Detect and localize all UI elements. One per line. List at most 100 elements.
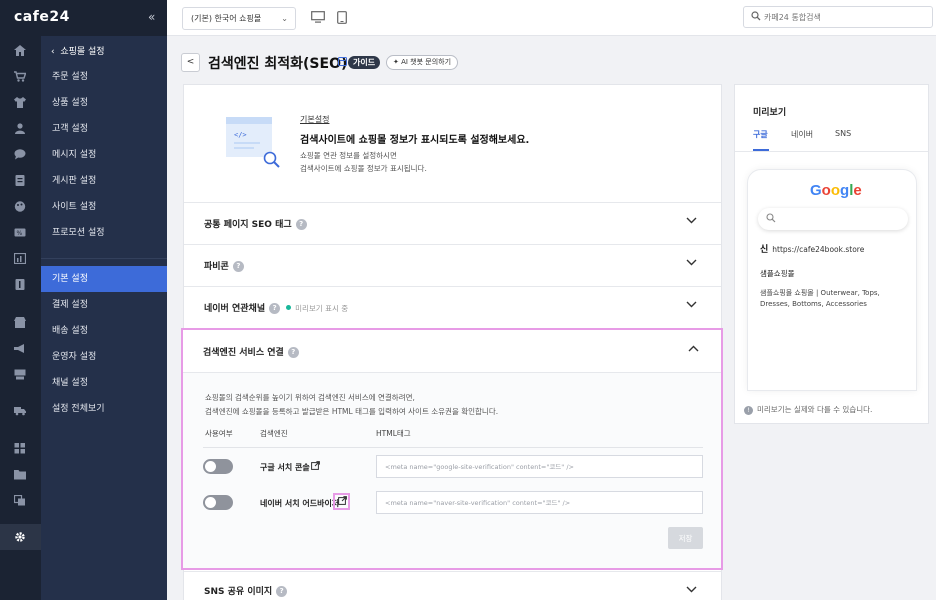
megaphone-icon[interactable]: [12, 340, 28, 356]
section-sns-image-label: SNS 공유 이미지: [204, 587, 273, 597]
menu-item-admin[interactable]: 운영자 설정: [41, 344, 167, 370]
tab-google[interactable]: 구글: [753, 129, 768, 140]
mobile-icon[interactable]: [337, 11, 347, 24]
google-logo: Google: [810, 182, 862, 199]
toggle-knob: [205, 497, 216, 508]
intro-title: 검색사이트에 쇼핑몰 정보가 표시되도록 설정해보세요.: [300, 135, 530, 146]
chevron-down-icon: [686, 585, 697, 596]
col-header-use: 사용여부: [205, 429, 233, 438]
shirt-icon[interactable]: [12, 94, 28, 110]
collapse-menu-button[interactable]: «: [148, 10, 155, 24]
menu-item-board[interactable]: 게시판 설정: [41, 168, 167, 194]
menu-item-order[interactable]: 주문 설정: [41, 64, 167, 90]
google-toggle[interactable]: [203, 459, 233, 474]
google-logo-letter: o: [830, 182, 841, 199]
chevron-up-icon[interactable]: [688, 344, 699, 355]
google-search-console-label: 구글 서치 콘솔: [260, 463, 310, 472]
shop-select[interactable]: (기본) 한국어 쇼핑몰 ⌄: [182, 7, 296, 30]
copy-icon[interactable]: [12, 492, 28, 508]
naver-channel-status: 미리보기 표시 중: [295, 304, 349, 313]
help-icon[interactable]: ?: [295, 219, 307, 230]
folder-icon[interactable]: [12, 466, 28, 482]
store-icon[interactable]: [12, 314, 28, 330]
tab-naver[interactable]: 네이버: [791, 129, 813, 140]
promo-icon[interactable]: %: [12, 224, 28, 240]
result-url-line: 신 https://cafe24book.store: [760, 242, 864, 255]
tab-sns[interactable]: SNS: [835, 129, 851, 138]
col-header-html: HTML태그: [376, 429, 411, 438]
search-engine-desc-line2: 검색엔진에 쇼핑몰을 등록하고 발급받은 HTML 태그를 입력하여 사이트 소…: [205, 407, 499, 416]
brand-logo[interactable]: cafe24: [14, 9, 70, 25]
svg-text:%: %: [17, 230, 23, 237]
help-icon[interactable]: ?: [276, 586, 288, 597]
section-search-engine-header[interactable]: 검색엔진 서비스 연결?: [203, 345, 299, 358]
naver-meta-input[interactable]: [376, 491, 703, 514]
google-meta-input[interactable]: [376, 455, 703, 478]
gear-icon[interactable]: [12, 529, 28, 545]
result-url: https://cafe24book.store: [772, 245, 865, 254]
preview-panel: 미리보기 구글 네이버 SNS Google 신 https://cafe24bo…: [734, 84, 929, 424]
guide-button[interactable]: 가이드: [348, 56, 381, 69]
save-button[interactable]: 저장: [668, 527, 703, 549]
cart-icon[interactable]: [12, 68, 28, 84]
info-icon: !: [744, 406, 753, 415]
col-header-engine: 검색엔진: [260, 429, 288, 438]
board-icon[interactable]: [12, 172, 28, 188]
naver-toggle[interactable]: [203, 495, 233, 510]
menu-item-shipping[interactable]: 배송 설정: [41, 318, 167, 344]
book-icon: [338, 57, 347, 69]
section-sns-image[interactable]: SNS 공유 이미지?: [184, 571, 721, 600]
search-engine-desc-line1: 쇼핑몰의 검색순위를 높이기 위하여 검색엔진 서비스에 연결하려면,: [205, 393, 415, 402]
section-naver-channel[interactable]: 네이버 연관채널? 미리보기 표시 중: [184, 286, 721, 328]
menu-item-customer[interactable]: 고객 설정: [41, 116, 167, 142]
menu-item-channel[interactable]: 채널 설정: [41, 370, 167, 396]
ai-chatbot-button[interactable]: ✦ AI 챗봇 문의하기: [386, 55, 459, 70]
section-favicon[interactable]: 파비콘?: [184, 244, 721, 286]
page-back-button[interactable]: <: [181, 53, 200, 72]
truck-icon[interactable]: [12, 402, 28, 418]
chevron-down-icon: ⌄: [281, 14, 288, 23]
tabs-divider: [735, 151, 928, 152]
help-icon[interactable]: ?: [287, 347, 299, 358]
section-common-seo[interactable]: 공통 페이지 SEO 태그?: [184, 202, 721, 244]
chart-icon[interactable]: [12, 250, 28, 266]
result-favicon: 신: [760, 245, 769, 255]
home-icon[interactable]: [12, 42, 28, 58]
ai-chatbot-label: AI 챗봇 문의하기: [401, 58, 452, 66]
person-icon[interactable]: [12, 120, 28, 136]
logo-bar: cafe24 «: [0, 0, 167, 36]
menu-item-product[interactable]: 상품 설정: [41, 90, 167, 116]
section-naver-channel-label: 네이버 연관채널: [204, 304, 266, 314]
menu-item-site[interactable]: 사이트 설정: [41, 194, 167, 220]
palette-icon[interactable]: [12, 198, 28, 214]
pos-icon[interactable]: [12, 366, 28, 382]
menu-item-basic[interactable]: 기본 설정: [41, 266, 167, 292]
search-icon: [751, 11, 761, 24]
chat-icon[interactable]: [12, 146, 28, 162]
help-icon[interactable]: ?: [232, 261, 244, 272]
menu-item-payment[interactable]: 결제 설정: [41, 292, 167, 318]
section-search-engine-label: 검색엔진 서비스 연결: [203, 348, 284, 358]
toggle-knob: [205, 461, 216, 472]
desktop-icon[interactable]: [311, 11, 325, 23]
menu-back-link[interactable]: ‹ 쇼핑몰 설정: [51, 44, 105, 57]
top-bar: (기본) 한국어 쇼핑몰 ⌄: [167, 0, 936, 36]
help-icon[interactable]: ?: [269, 303, 281, 314]
section-favicon-label: 파비콘: [204, 262, 229, 272]
menu-item-promotion[interactable]: 프로모션 설정: [41, 220, 167, 246]
search-input[interactable]: [764, 10, 924, 24]
google-search-bar: [758, 208, 908, 230]
menu-item-all-settings[interactable]: 설정 전체보기: [41, 396, 167, 422]
header-divider: [203, 447, 703, 448]
chevron-down-icon: [686, 216, 697, 227]
apps-icon[interactable]: [12, 440, 28, 456]
preview-note-text: 미리보기는 실제와 다를 수 있습니다.: [757, 405, 873, 414]
section-common-seo-label: 공통 페이지 SEO 태그: [204, 220, 292, 230]
menu-back-label: 쇼핑몰 설정: [60, 47, 105, 57]
global-search[interactable]: [743, 6, 933, 28]
menu-item-message[interactable]: 메시지 설정: [41, 142, 167, 168]
doc-icon[interactable]: [12, 276, 28, 292]
external-link-icon[interactable]: [311, 461, 320, 473]
google-logo-letter: G: [810, 182, 822, 199]
result-title: 샘플쇼핑몰: [760, 269, 795, 278]
